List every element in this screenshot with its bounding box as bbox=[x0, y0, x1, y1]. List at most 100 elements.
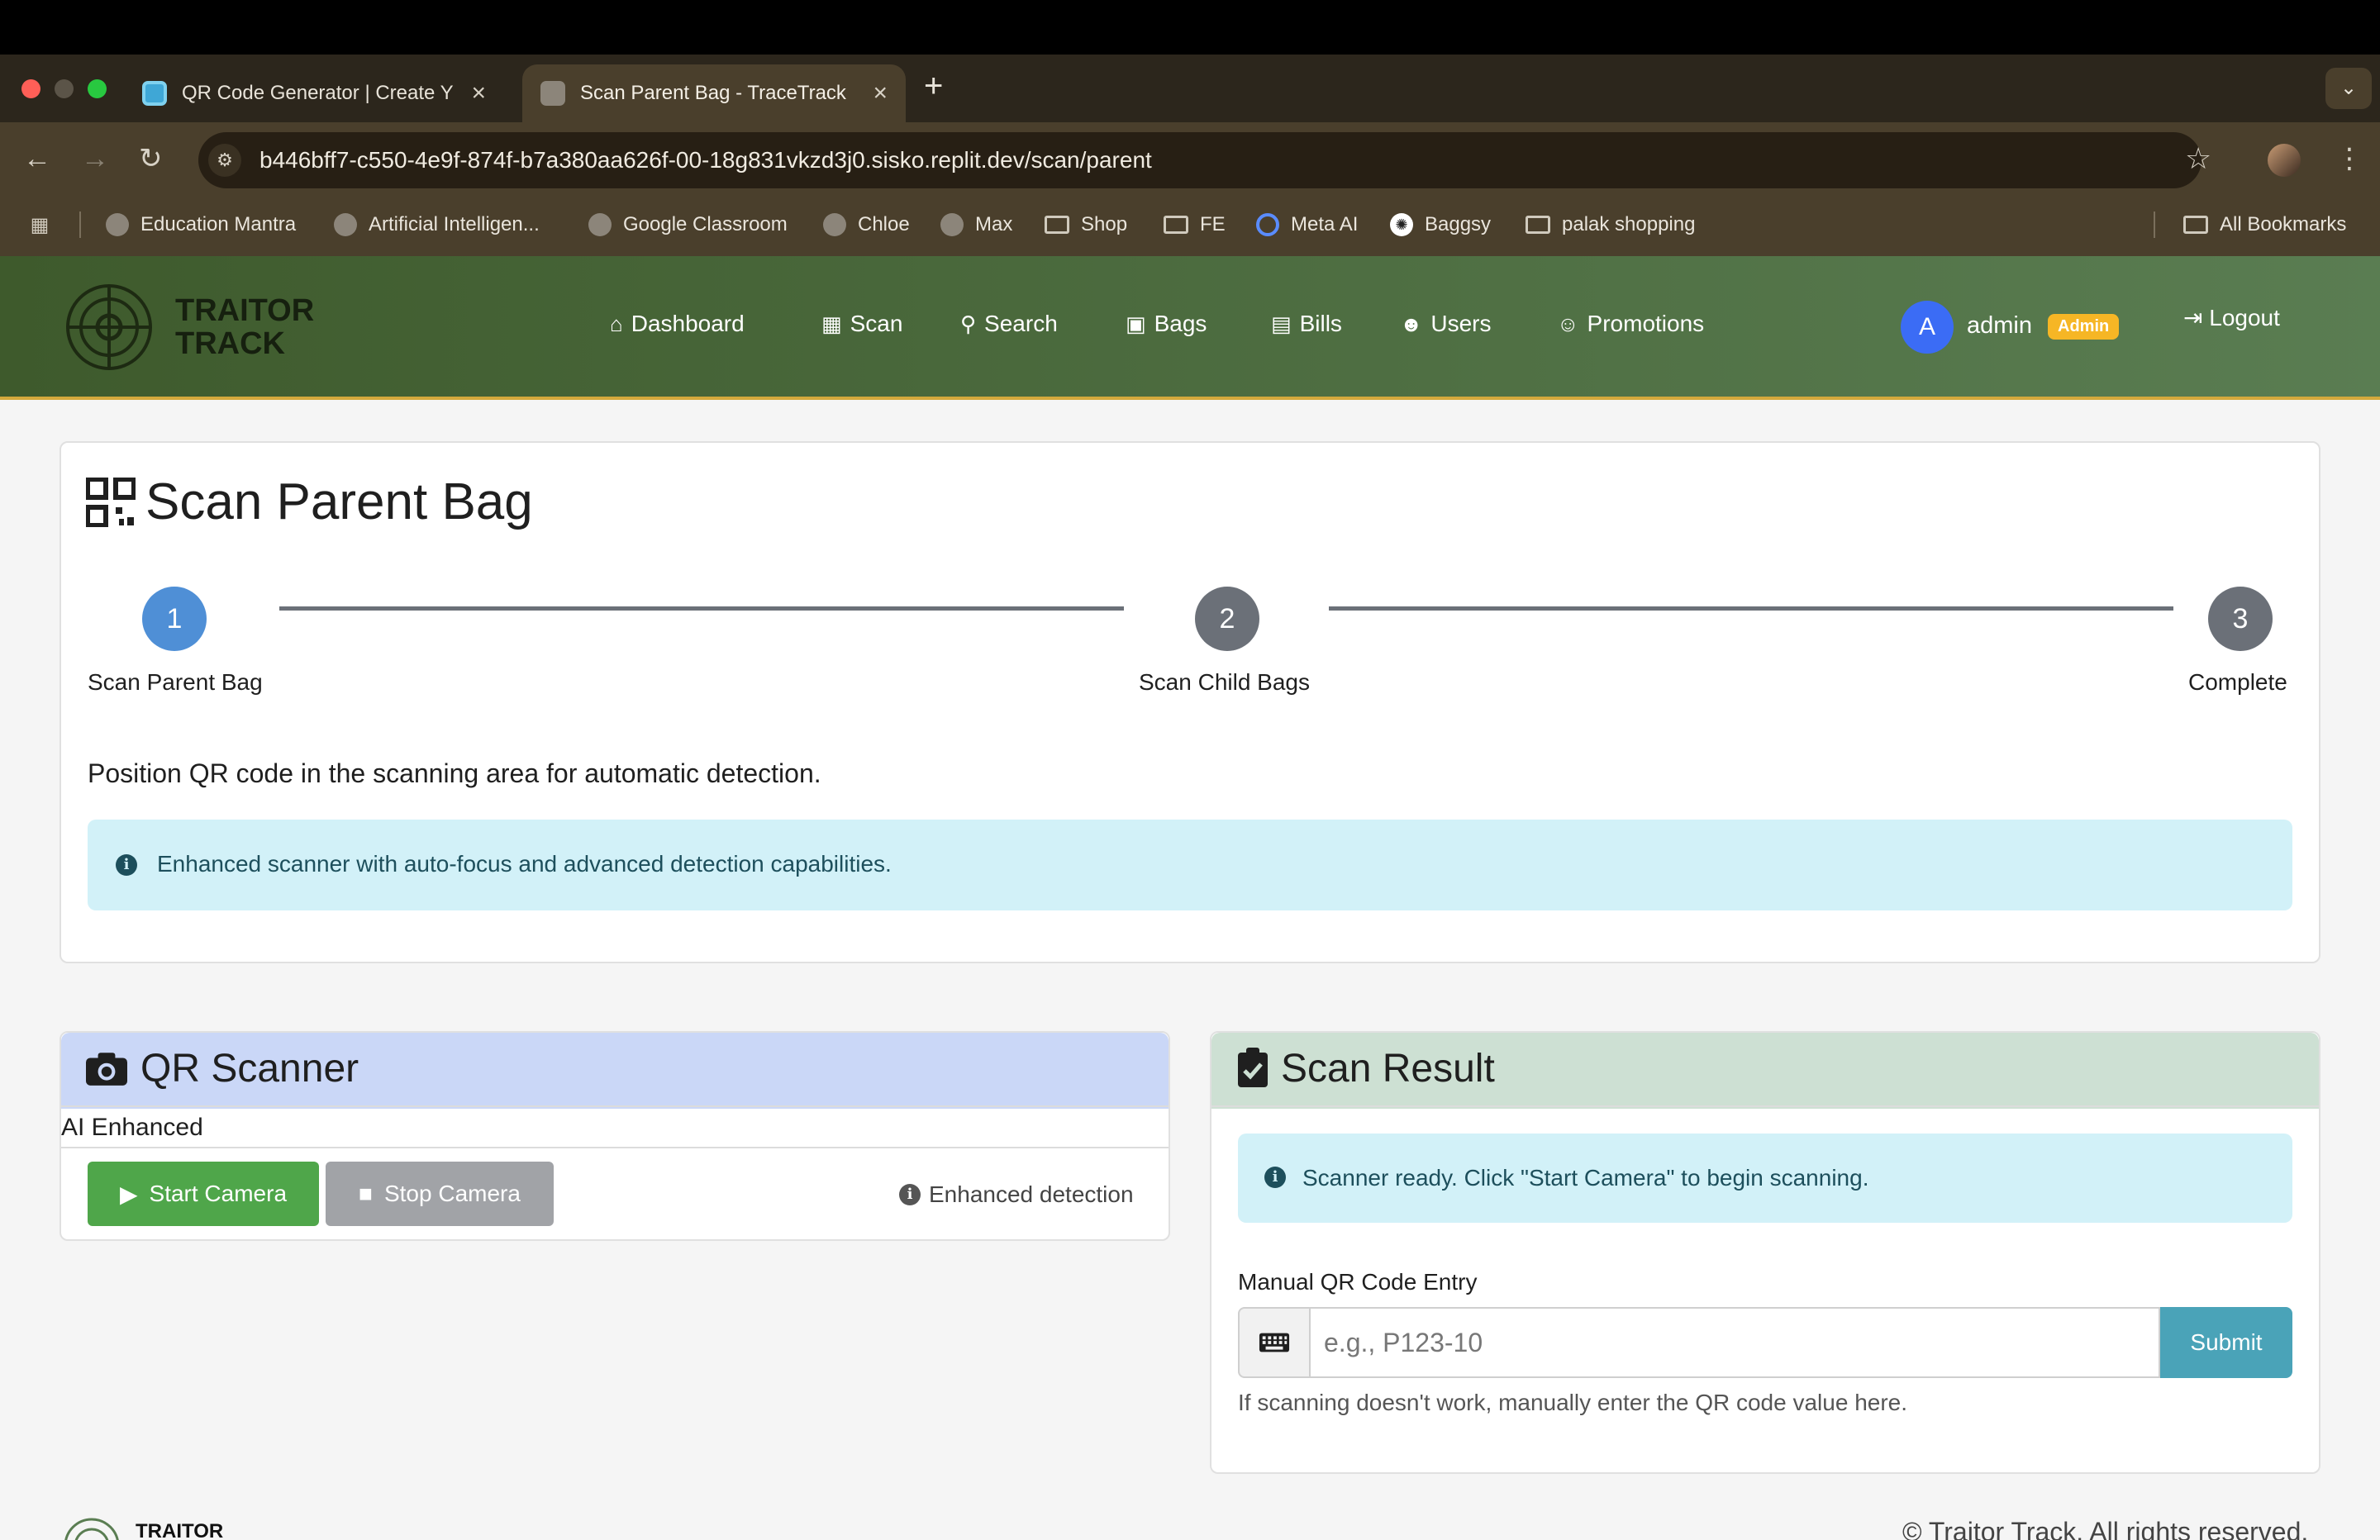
grid-icon: ▦ bbox=[30, 213, 50, 236]
browser-menu-icon[interactable]: ⋮ bbox=[2335, 142, 2363, 175]
panel-divider bbox=[61, 1105, 1169, 1107]
meta-ai-icon bbox=[1256, 213, 1279, 236]
qr-site-icon bbox=[142, 81, 167, 106]
enhanced-detection-note: i Enhanced detection bbox=[899, 1181, 1134, 1208]
bookmark-max[interactable]: Max bbox=[940, 213, 1012, 236]
folder-icon bbox=[2183, 216, 2208, 234]
footer-brand: TRAITOR bbox=[136, 1520, 224, 1540]
nav-dashboard[interactable]: ⌂ Dashboard bbox=[610, 311, 745, 337]
keyboard-glyph bbox=[1259, 1333, 1290, 1352]
openai-icon: ✺ bbox=[1390, 213, 1413, 236]
bookmark-label: All Bookmarks bbox=[2220, 213, 2347, 235]
copyright-text: © Traitor Track. All rights reserved. bbox=[1902, 1517, 2309, 1540]
footer-logo-icon bbox=[64, 1518, 119, 1540]
nav-search[interactable]: ⚲ Search bbox=[960, 311, 1058, 337]
traitor-track-logo-icon[interactable] bbox=[64, 283, 154, 372]
bookmark-ai[interactable]: Artificial Intelligen... bbox=[334, 213, 540, 236]
window-close-button[interactable] bbox=[21, 79, 40, 98]
logout-label: Logout bbox=[2209, 305, 2280, 330]
nav-label: Bills bbox=[1299, 311, 1342, 336]
ai-enhanced-label: AI Enhanced bbox=[61, 1114, 203, 1141]
nav-label: Scan bbox=[850, 311, 903, 336]
user-gear-icon: ☺ bbox=[1557, 311, 1579, 336]
profile-avatar[interactable] bbox=[2268, 144, 2301, 177]
camera-icon bbox=[86, 1053, 127, 1086]
nav-bills[interactable]: ▤ Bills bbox=[1271, 311, 1342, 337]
step-1-indicator: 1 bbox=[142, 587, 207, 651]
bookmark-label: FE bbox=[1200, 213, 1226, 235]
info-icon: i bbox=[899, 1184, 921, 1205]
bookmark-label: Education Mantra bbox=[140, 213, 297, 235]
start-camera-button[interactable]: ▶ Start Camera bbox=[88, 1162, 319, 1226]
bookmark-folder-shop[interactable]: Shop bbox=[1045, 213, 1127, 236]
bookmark-folder-fe[interactable]: FE bbox=[1164, 213, 1226, 236]
os-top-bar bbox=[0, 0, 2380, 55]
stop-camera-button[interactable]: ■ Stop Camera bbox=[326, 1162, 554, 1226]
info-icon: i bbox=[1264, 1167, 1286, 1188]
reload-icon[interactable]: ↻ bbox=[139, 142, 163, 175]
search-icon: ⚲ bbox=[960, 311, 977, 336]
bookmark-folder-palak-shopping[interactable]: palak shopping bbox=[1526, 213, 1695, 236]
boxes-icon: ▣ bbox=[1126, 311, 1146, 336]
folder-icon bbox=[1164, 216, 1188, 234]
submit-button[interactable]: Submit bbox=[2160, 1307, 2292, 1378]
nav-users[interactable]: ☻ Users bbox=[1400, 311, 1491, 337]
bookmarks-separator bbox=[2154, 212, 2155, 238]
globe-icon bbox=[106, 213, 129, 236]
page-title: Scan Parent Bag bbox=[145, 473, 533, 530]
bookmarks-separator bbox=[79, 212, 81, 238]
nav-scan[interactable]: ▦ Scan bbox=[821, 311, 902, 337]
manual-qr-input[interactable] bbox=[1311, 1307, 2160, 1378]
site-settings-icon[interactable]: ⚙ bbox=[208, 144, 241, 177]
globe-icon bbox=[823, 213, 846, 236]
folder-icon bbox=[1045, 216, 1069, 234]
globe-icon bbox=[334, 213, 357, 236]
bookmark-star-icon[interactable]: ☆ bbox=[2185, 142, 2211, 175]
tab-search-button[interactable]: ⌄ bbox=[2325, 68, 2372, 109]
manual-entry-help: If scanning doesn't work, manually enter… bbox=[1238, 1390, 1908, 1415]
brand-name[interactable]: TRAITOR TRACK bbox=[175, 294, 314, 360]
apps-grid-icon[interactable]: ▦ bbox=[28, 213, 63, 236]
bookmark-chloe[interactable]: Chloe bbox=[823, 213, 910, 236]
role-badge: Admin bbox=[2048, 314, 2120, 340]
globe-icon bbox=[940, 213, 964, 236]
close-tab-icon[interactable]: × bbox=[873, 79, 888, 107]
browser-tab-scan-parent[interactable]: Scan Parent Bag - TraceTrack × bbox=[522, 64, 906, 122]
nav-label: Promotions bbox=[1587, 311, 1705, 336]
logout-link[interactable]: ⇥ Logout bbox=[2183, 304, 2280, 331]
info-icon: i bbox=[116, 854, 137, 876]
bookmark-education-mantra[interactable]: Education Mantra bbox=[106, 213, 296, 236]
panel-divider bbox=[1211, 1105, 2319, 1107]
tab-title: QR Code Generator | Create Y bbox=[182, 82, 454, 104]
url-text[interactable]: b446bff7-c550-4e9f-874f-b7a380aa626f-00-… bbox=[259, 147, 1152, 173]
forward-arrow-icon[interactable]: → bbox=[81, 142, 109, 175]
user-avatar[interactable]: A bbox=[1901, 301, 1954, 354]
play-icon: ▶ bbox=[119, 1181, 138, 1207]
nav-promotions[interactable]: ☺ Promotions bbox=[1557, 311, 1704, 337]
window-zoom-button[interactable] bbox=[88, 79, 107, 98]
bookmark-label: Chloe bbox=[858, 213, 910, 235]
nav-bags[interactable]: ▣ Bags bbox=[1126, 311, 1207, 337]
bookmark-meta-ai[interactable]: Meta AI bbox=[1256, 213, 1358, 236]
step-1-label: Scan Parent Bag bbox=[88, 669, 263, 695]
scan-instruction: Position QR code in the scanning area fo… bbox=[88, 758, 821, 788]
new-tab-button[interactable]: + bbox=[924, 69, 943, 102]
step-connector bbox=[279, 606, 1124, 611]
qrcode-icon: ▦ bbox=[821, 311, 842, 336]
bookmark-google-classroom[interactable]: Google Classroom bbox=[588, 213, 788, 236]
nav-label: Users bbox=[1430, 311, 1492, 336]
manual-entry-label: Manual QR Code Entry bbox=[1238, 1269, 1478, 1295]
back-arrow-icon[interactable]: ← bbox=[23, 142, 51, 175]
start-camera-label: Start Camera bbox=[149, 1181, 288, 1206]
bookmark-baggsy[interactable]: ✺ Baggsy bbox=[1390, 213, 1491, 236]
step-3-indicator: 3 bbox=[2208, 587, 2273, 651]
close-tab-icon[interactable]: × bbox=[471, 79, 486, 107]
invoice-icon: ▤ bbox=[1271, 311, 1292, 336]
qrcode-icon bbox=[86, 478, 136, 527]
tab-title: Scan Parent Bag - TraceTrack bbox=[580, 82, 846, 104]
all-bookmarks-folder[interactable]: All Bookmarks bbox=[2183, 213, 2346, 236]
user-name[interactable]: admin bbox=[1967, 312, 2032, 340]
window-minimize-button[interactable] bbox=[55, 79, 74, 98]
home-icon: ⌂ bbox=[610, 311, 623, 336]
browser-tab-qr-generator[interactable]: QR Code Generator | Create Y × bbox=[124, 64, 504, 122]
